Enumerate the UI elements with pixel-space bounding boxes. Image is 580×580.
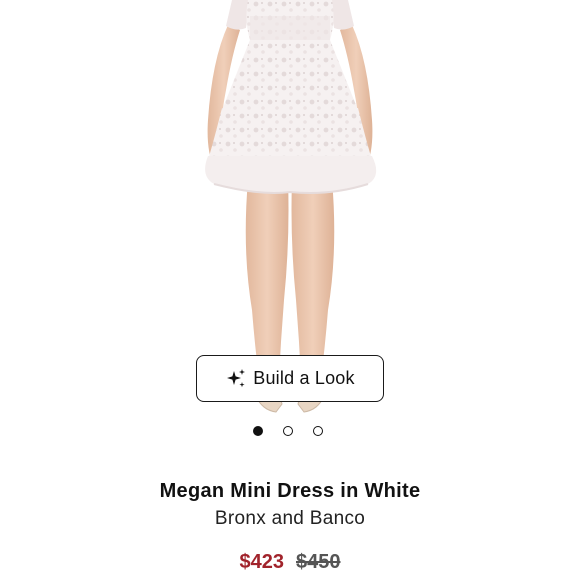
- build-a-look-label: Build a Look: [253, 368, 355, 388]
- product-brand[interactable]: Bronx and Banco: [0, 508, 580, 530]
- carousel-dot-1[interactable]: [253, 426, 263, 436]
- sparkle-icon: [225, 368, 247, 390]
- product-title: Megan Mini Dress in White: [159, 480, 421, 502]
- carousel-indicators: [0, 426, 578, 440]
- original-price: $450: [296, 551, 341, 573]
- carousel-dot-3[interactable]: [313, 426, 323, 436]
- carousel-dot-2[interactable]: [283, 426, 293, 436]
- build-a-look-button[interactable]: Build a Look: [196, 355, 384, 402]
- sale-price: $423: [239, 551, 285, 573]
- price-row: $423 $450: [0, 551, 580, 574]
